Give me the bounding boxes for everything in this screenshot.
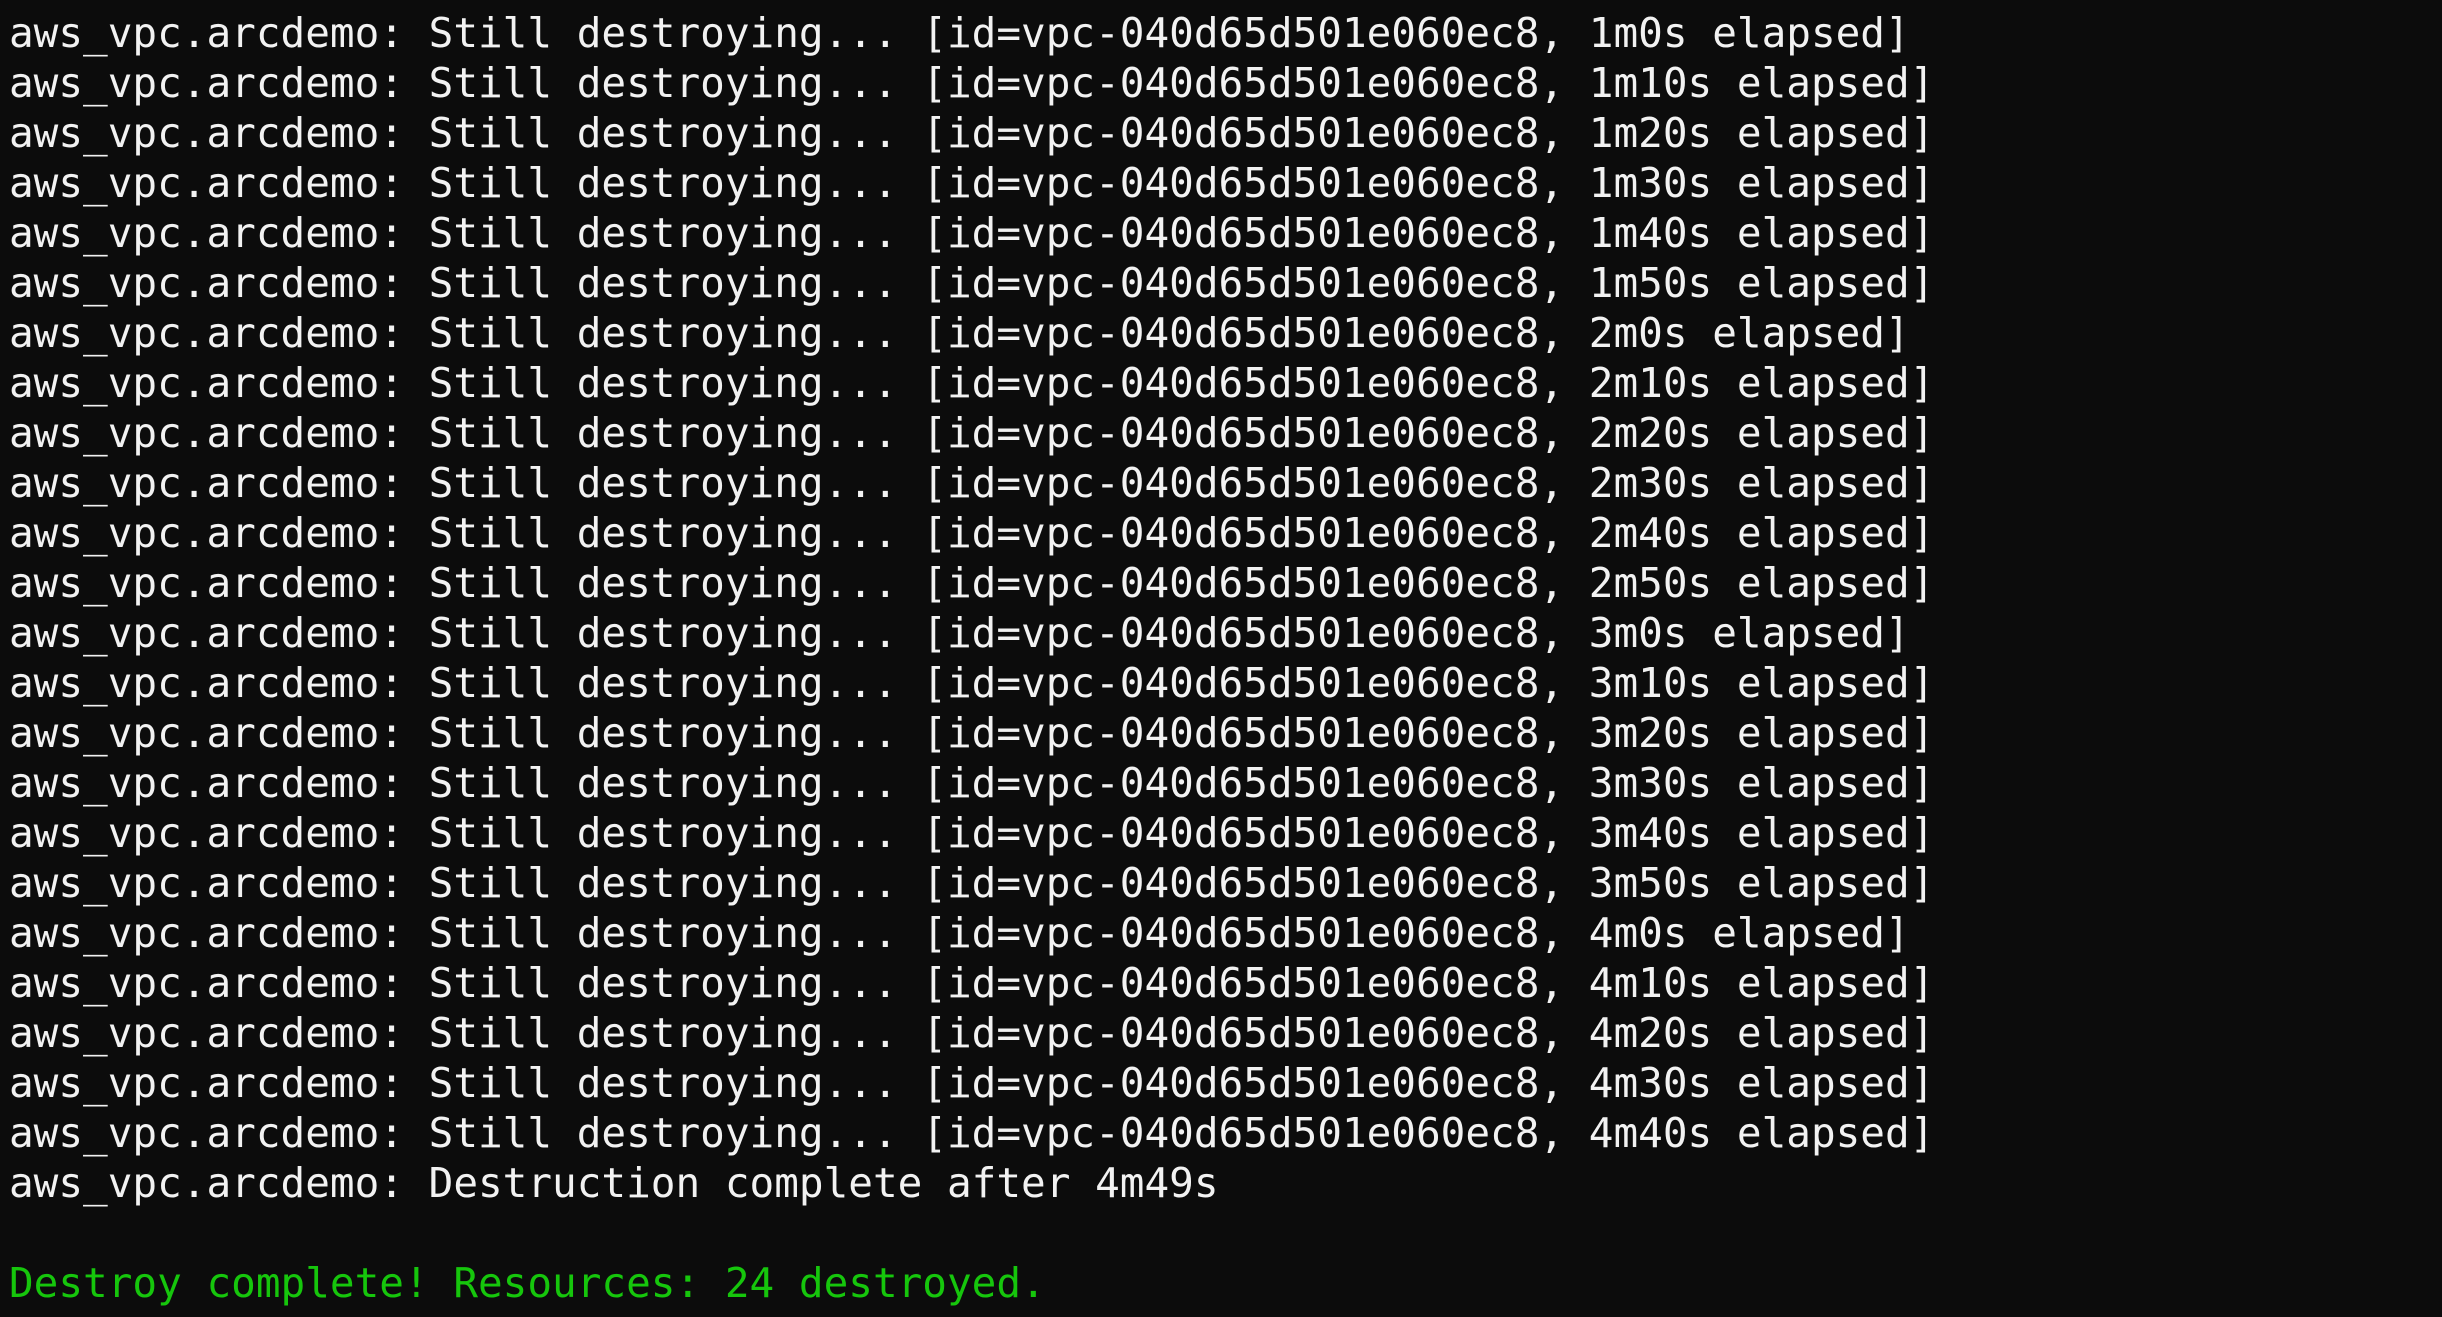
terminal-line: aws_vpc.arcdemo: Still destroying... [id… (9, 659, 1935, 707)
terminal-line: aws_vpc.arcdemo: Still destroying... [id… (9, 209, 1935, 257)
terminal-line: aws_vpc.arcdemo: Still destroying... [id… (9, 859, 1935, 907)
terminal-line: aws_vpc.arcdemo: Still destroying... [id… (9, 1009, 1935, 1057)
terminal-line: aws_vpc.arcdemo: Still destroying... [id… (9, 309, 1910, 357)
destroy-complete-summary: Destroy complete! Resources: 24 destroye… (9, 1259, 1046, 1307)
terminal-line: aws_vpc.arcdemo: Still destroying... [id… (9, 409, 1935, 457)
terminal-line: aws_vpc.arcdemo: Still destroying... [id… (9, 809, 1935, 857)
terminal-line: aws_vpc.arcdemo: Still destroying... [id… (9, 359, 1935, 407)
terminal-line: aws_vpc.arcdemo: Still destroying... [id… (9, 509, 1935, 557)
terminal-line: aws_vpc.arcdemo: Still destroying... [id… (9, 1109, 1935, 1157)
terminal-line: aws_vpc.arcdemo: Still destroying... [id… (9, 709, 1935, 757)
terminal-line: aws_vpc.arcdemo: Still destroying... [id… (9, 759, 1935, 807)
terminal-line: aws_vpc.arcdemo: Still destroying... [id… (9, 9, 1910, 57)
terminal-line: aws_vpc.arcdemo: Still destroying... [id… (9, 559, 1935, 607)
terminal-line: aws_vpc.arcdemo: Still destroying... [id… (9, 259, 1935, 307)
terminal-line: aws_vpc.arcdemo: Still destroying... [id… (9, 159, 1935, 207)
destruction-complete-line: aws_vpc.arcdemo: Destruction complete af… (9, 1159, 1219, 1207)
terminal-line: aws_vpc.arcdemo: Still destroying... [id… (9, 909, 1910, 957)
terminal-line: aws_vpc.arcdemo: Still destroying... [id… (9, 609, 1910, 657)
terminal-line: aws_vpc.arcdemo: Still destroying... [id… (9, 959, 1935, 1007)
terminal-line: aws_vpc.arcdemo: Still destroying... [id… (9, 459, 1935, 507)
terminal-output[interactable]: aws_vpc.arcdemo: Still destroying... [id… (0, 0, 2442, 1317)
terminal-line: aws_vpc.arcdemo: Still destroying... [id… (9, 109, 1935, 157)
terminal-line: aws_vpc.arcdemo: Still destroying... [id… (9, 1059, 1935, 1107)
terminal-line: aws_vpc.arcdemo: Still destroying... [id… (9, 59, 1935, 107)
